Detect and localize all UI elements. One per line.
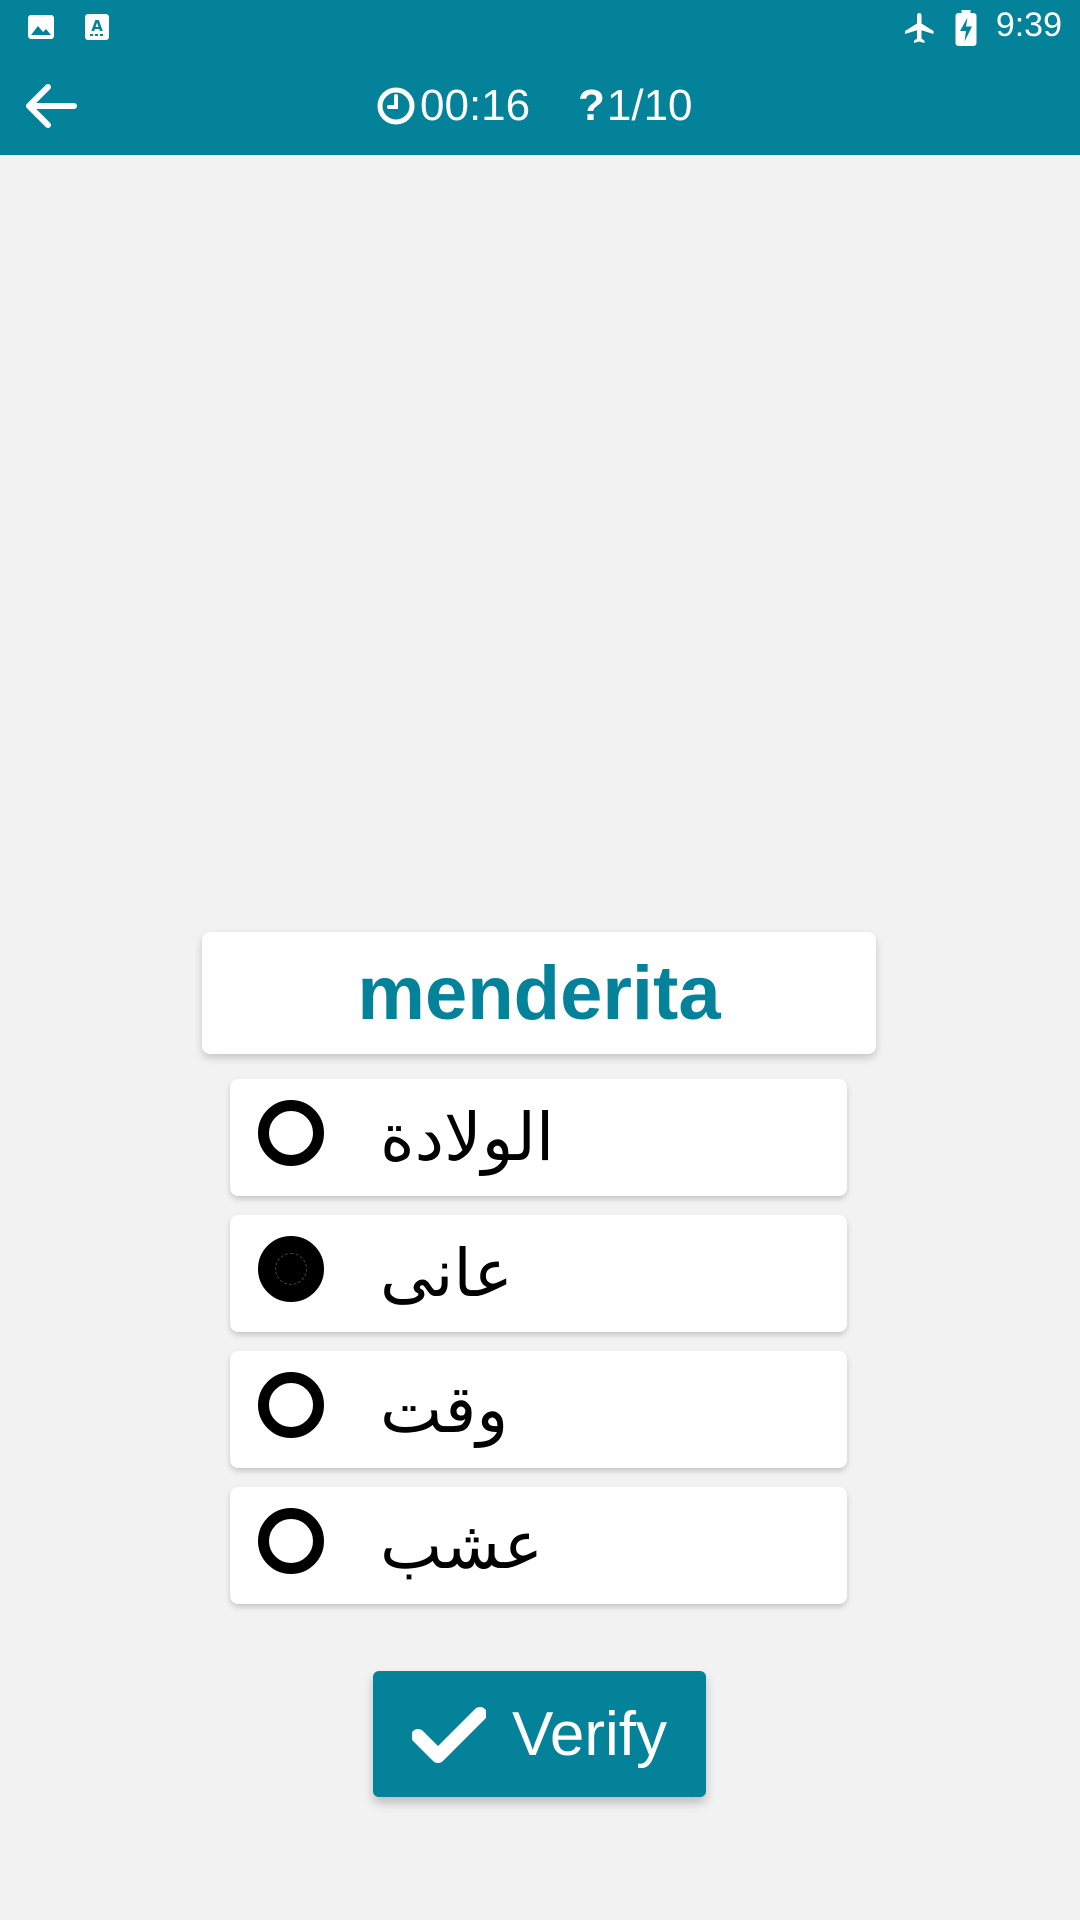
option-label: عشب [380, 1507, 544, 1584]
airplane-icon [905, 13, 934, 43]
svg-text:A: A [91, 17, 103, 35]
battery-charging-icon [955, 10, 977, 46]
radio-button[interactable] [258, 1372, 324, 1438]
word-card: menderita [202, 932, 876, 1054]
back-button[interactable] [18, 74, 82, 138]
status-time: 9:39 [995, 6, 1062, 44]
answer-option-1[interactable]: الولادة [230, 1079, 847, 1196]
option-label: وقت [380, 1371, 509, 1448]
option-label: الولادة [380, 1099, 555, 1176]
quiz-screen: A 9:39 00:16 ? 1/10 menderita الولادة عا… [0, 0, 1080, 1920]
radio-button[interactable] [258, 1100, 324, 1166]
arrow-left-icon [26, 84, 77, 128]
question-progress: ? 1/10 [578, 78, 693, 134]
image-icon [28, 15, 54, 39]
answer-option-2[interactable]: عانى [230, 1215, 847, 1332]
clock-icon [377, 87, 415, 125]
radio-button[interactable] [258, 1508, 324, 1574]
radio-button-selected[interactable] [258, 1236, 324, 1302]
timer-value: 00:16 [420, 81, 531, 130]
status-bar: A 9:39 [0, 0, 1080, 56]
timer: 00:16 [376, 78, 530, 134]
check-icon [411, 1707, 486, 1763]
verify-label: Verify [511, 1699, 668, 1769]
verify-button[interactable]: Verify [373, 1671, 706, 1797]
font-icon: A [85, 14, 109, 40]
answer-option-4[interactable]: عشب [230, 1487, 847, 1604]
option-label: عانى [380, 1235, 513, 1312]
app-bar: 00:16 ? 1/10 [0, 56, 1080, 155]
progress-value: 1/10 [606, 81, 693, 130]
answer-option-3[interactable]: وقت [230, 1351, 847, 1468]
quiz-word: menderita [357, 950, 721, 1036]
question-icon: ? [578, 81, 605, 130]
